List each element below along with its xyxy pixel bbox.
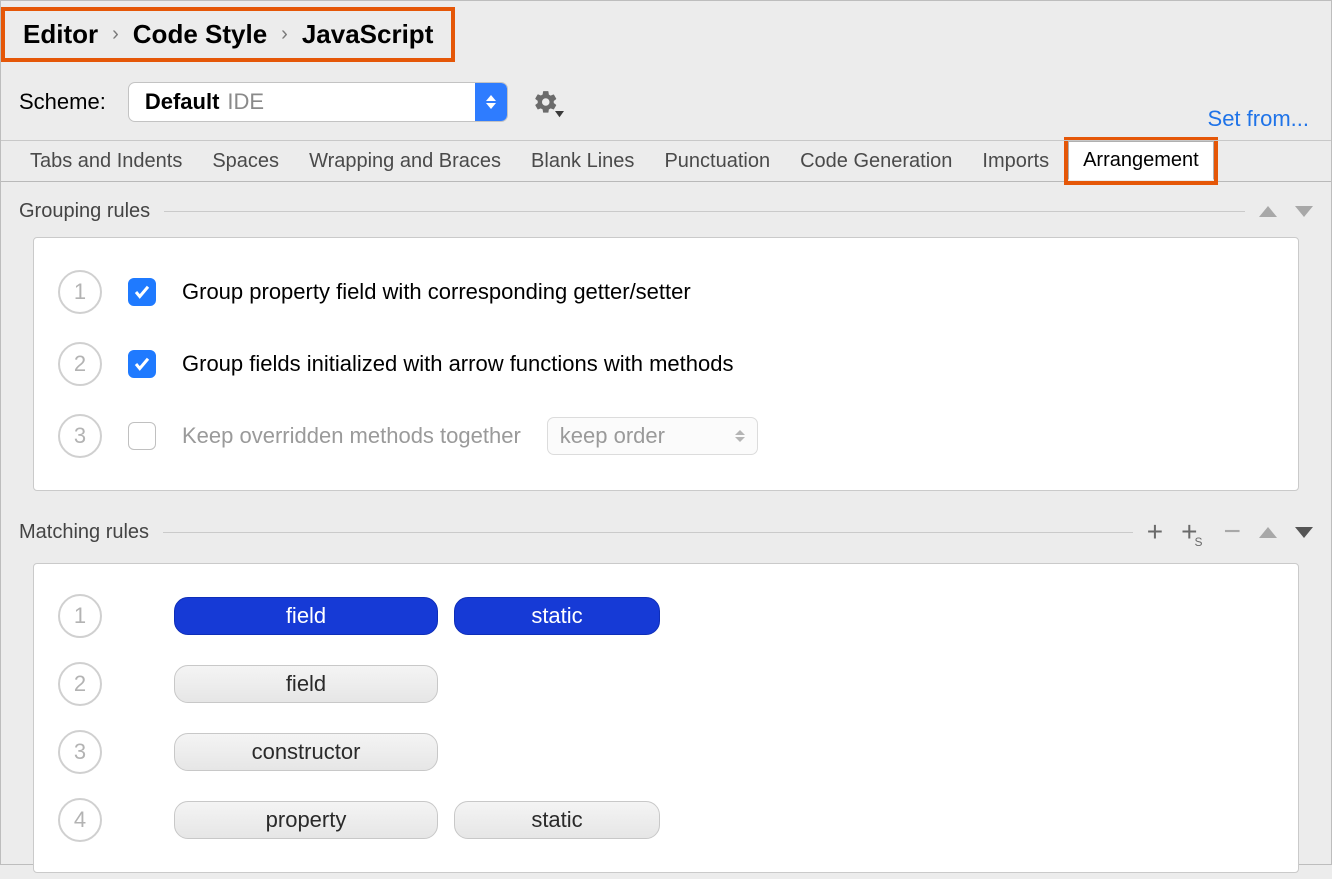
matching-rule-2[interactable]: 2 field bbox=[58, 650, 1274, 718]
check-icon bbox=[133, 283, 151, 301]
tab-bar: Tabs and Indents Spaces Wrapping and Bra… bbox=[1, 141, 1331, 182]
tab-imports[interactable]: Imports bbox=[967, 141, 1064, 181]
scheme-value: Default bbox=[145, 89, 220, 115]
breadcrumb-javascript[interactable]: JavaScript bbox=[302, 19, 434, 50]
remove-rule-button[interactable]: − bbox=[1223, 515, 1241, 549]
grouping-rules-section: Grouping rules 1 Group property field wi… bbox=[1, 182, 1331, 497]
grouping-rule-1[interactable]: 1 Group property field with correspondin… bbox=[58, 256, 1274, 328]
rule-token-constructor[interactable]: constructor bbox=[174, 733, 438, 771]
grouping-rule-1-label: Group property field with corresponding … bbox=[182, 279, 691, 305]
rule-token-static[interactable]: static bbox=[454, 597, 660, 635]
rule-token-field[interactable]: field bbox=[174, 665, 438, 703]
set-from-link[interactable]: Set from... bbox=[1208, 106, 1309, 132]
rule-number: 1 bbox=[58, 594, 102, 638]
checkbox-group-property[interactable] bbox=[128, 278, 156, 306]
tab-arrangement[interactable]: Arrangement bbox=[1068, 141, 1214, 180]
rule-number: 3 bbox=[58, 414, 102, 458]
tab-spaces[interactable]: Spaces bbox=[197, 141, 294, 181]
grouping-rule-2[interactable]: 2 Group fields initialized with arrow fu… bbox=[58, 328, 1274, 400]
rule-number: 3 bbox=[58, 730, 102, 774]
rule-token-static[interactable]: static bbox=[454, 801, 660, 839]
checkbox-group-arrow-fields[interactable] bbox=[128, 350, 156, 378]
tab-punctuation[interactable]: Punctuation bbox=[649, 141, 785, 181]
dropdown-caret-icon bbox=[555, 111, 564, 120]
tab-arrangement-highlight: Arrangement bbox=[1064, 137, 1218, 185]
matching-rule-1[interactable]: 1 field static bbox=[58, 582, 1274, 650]
scheme-actions-button[interactable] bbox=[530, 86, 562, 118]
keep-order-select[interactable]: keep order bbox=[547, 417, 758, 455]
breadcrumb-code-style[interactable]: Code Style bbox=[133, 19, 267, 50]
scheme-select[interactable]: Default IDE bbox=[128, 82, 508, 122]
rule-token-field[interactable]: field bbox=[174, 597, 438, 635]
chevron-right-icon: › bbox=[281, 23, 288, 46]
scheme-row: Scheme: Default IDE Set from... bbox=[1, 74, 1331, 141]
move-down-button[interactable] bbox=[1295, 200, 1313, 223]
updown-icon bbox=[735, 430, 745, 442]
move-down-button[interactable] bbox=[1295, 521, 1313, 544]
scheme-label: Scheme: bbox=[19, 89, 106, 115]
add-section-rule-button[interactable]: +S bbox=[1181, 516, 1205, 548]
tab-code-generation[interactable]: Code Generation bbox=[785, 141, 967, 181]
rule-number: 2 bbox=[58, 662, 102, 706]
updown-icon[interactable] bbox=[475, 83, 507, 121]
tab-blank-lines[interactable]: Blank Lines bbox=[516, 141, 649, 181]
keep-order-value: keep order bbox=[560, 423, 665, 449]
rule-number: 4 bbox=[58, 798, 102, 842]
tab-tabs-and-indents[interactable]: Tabs and Indents bbox=[15, 141, 197, 181]
matching-rules-panel: 1 field static 2 field 3 constructor 4 p… bbox=[33, 563, 1299, 873]
grouping-rule-2-label: Group fields initialized with arrow func… bbox=[182, 351, 733, 377]
checkbox-keep-overridden[interactable] bbox=[128, 422, 156, 450]
breadcrumb: Editor › Code Style › JavaScript bbox=[1, 7, 455, 62]
matching-rules-title: Matching rules bbox=[19, 521, 149, 544]
breadcrumb-editor[interactable]: Editor bbox=[23, 19, 98, 50]
add-rule-button[interactable]: + bbox=[1147, 516, 1163, 548]
chevron-right-icon: › bbox=[112, 23, 119, 46]
grouping-rule-3[interactable]: 3 Keep overridden methods together keep … bbox=[58, 400, 1274, 472]
move-up-button[interactable] bbox=[1259, 521, 1277, 544]
matching-rule-3[interactable]: 3 constructor bbox=[58, 718, 1274, 786]
grouping-rules-title: Grouping rules bbox=[19, 200, 150, 223]
grouping-rules-panel: 1 Group property field with correspondin… bbox=[33, 237, 1299, 491]
move-up-button[interactable] bbox=[1259, 200, 1277, 223]
rule-number: 1 bbox=[58, 270, 102, 314]
rule-token-property[interactable]: property bbox=[174, 801, 438, 839]
matching-rule-4[interactable]: 4 property static bbox=[58, 786, 1274, 854]
tab-wrapping-and-braces[interactable]: Wrapping and Braces bbox=[294, 141, 516, 181]
scheme-scope: IDE bbox=[227, 89, 264, 115]
check-icon bbox=[133, 355, 151, 373]
rule-number: 2 bbox=[58, 342, 102, 386]
matching-rules-section: Matching rules + +S − 1 field static 2 f… bbox=[1, 497, 1331, 879]
grouping-rule-3-label: Keep overridden methods together bbox=[182, 423, 521, 449]
